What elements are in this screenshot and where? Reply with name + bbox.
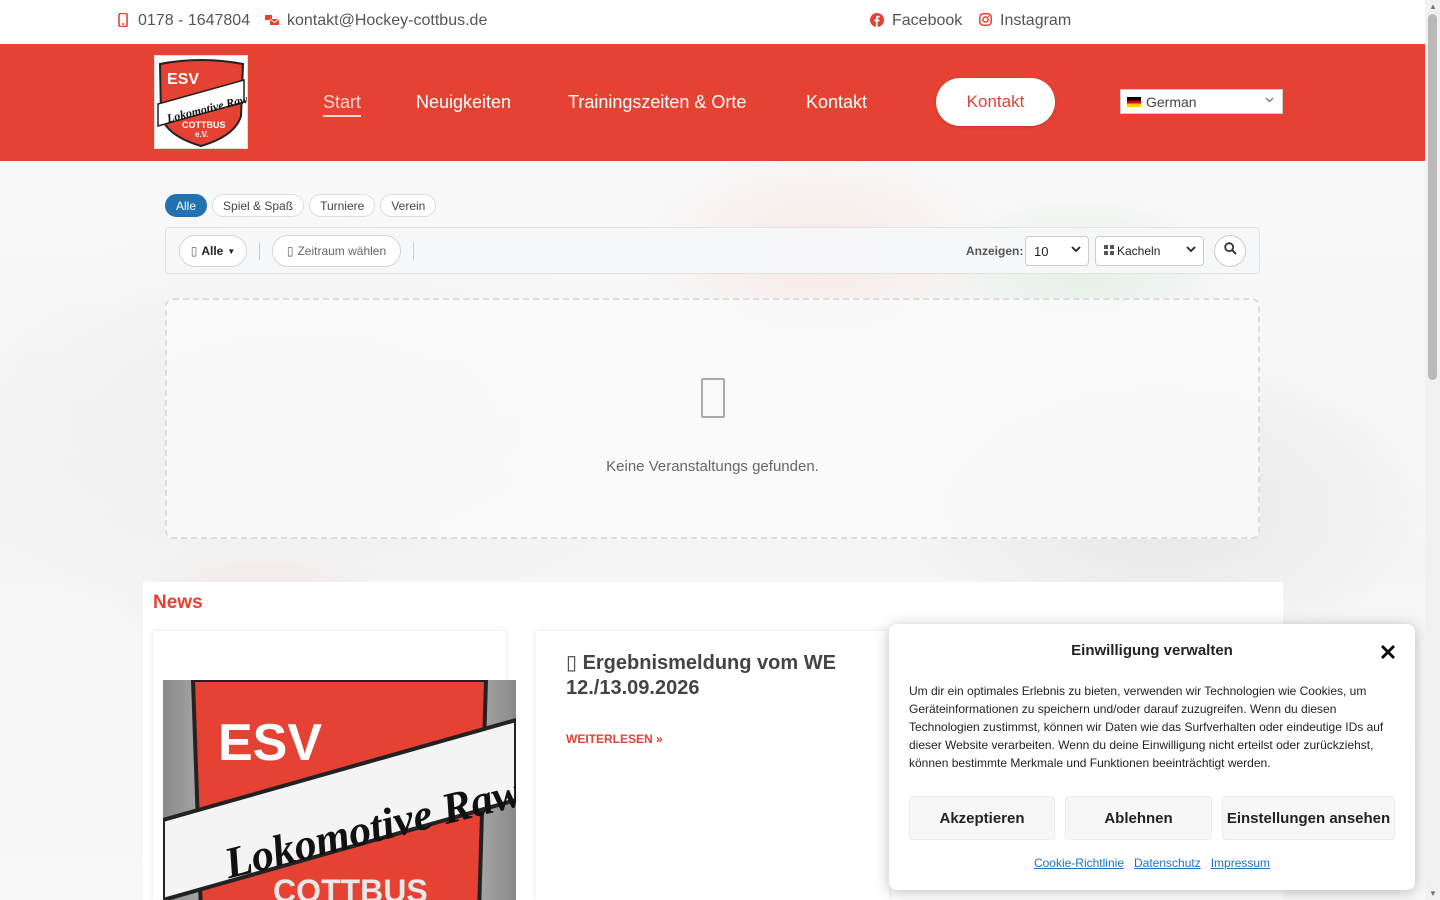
events-empty-state: Keine Veranstaltungs gefunden. bbox=[165, 298, 1260, 539]
logo-text-city: COTTBUS bbox=[182, 120, 226, 130]
per-page-select[interactable]: 10 bbox=[1025, 236, 1089, 266]
news-heading: News bbox=[153, 592, 203, 613]
separator bbox=[413, 242, 414, 260]
language-select[interactable]: German bbox=[1120, 89, 1283, 114]
cookie-consent-dialog: Einwilligung verwalten Um dir ein optima… bbox=[889, 624, 1415, 890]
instagram-link[interactable]: Instagram bbox=[978, 12, 1071, 30]
search-icon bbox=[1223, 242, 1237, 260]
news-post-title-text: Ergebnismeldung vom WE 12./13.09.2026 bbox=[566, 652, 836, 699]
instagram-icon bbox=[978, 13, 992, 29]
chevron-down-icon bbox=[1265, 95, 1274, 105]
news-post-title[interactable]: ▯ Ergebnismeldung vom WE 12./13.09.2026 bbox=[566, 651, 866, 701]
all-dropdown-label: Alle bbox=[201, 244, 224, 258]
show-label: Anzeigen: bbox=[966, 244, 1024, 258]
cookie-policy-link[interactable]: Cookie-Richtlinie bbox=[1034, 856, 1124, 870]
close-button[interactable] bbox=[1380, 640, 1396, 666]
nav-kontakt[interactable]: Kontakt bbox=[806, 92, 867, 113]
empty-calendar-icon bbox=[701, 378, 725, 418]
phone-icon bbox=[116, 12, 130, 30]
news-card[interactable]: ESV Lokomotive Raw COTTBUS bbox=[153, 631, 516, 900]
scroll-up-arrow-icon[interactable]: ▲ bbox=[1429, 2, 1437, 11]
main-header: ESV Lokomotive Raw COTTBUS e.V. Start Ne… bbox=[0, 44, 1425, 161]
language-label: German bbox=[1146, 93, 1197, 110]
news-card[interactable]: ▯ Ergebnismeldung vom WE 12./13.09.2026 … bbox=[536, 631, 889, 900]
nav-neuigkeiten[interactable]: Neuigkeiten bbox=[416, 92, 511, 113]
page-scrollbar[interactable]: ▲ ▼ bbox=[1425, 0, 1440, 900]
all-dropdown[interactable]: ▯ Alle ▼ bbox=[179, 235, 247, 267]
facebook-link[interactable]: Facebook bbox=[870, 12, 962, 30]
category-pill-spiel[interactable]: Spiel & Spaß bbox=[212, 194, 305, 217]
grid-icon bbox=[1104, 244, 1114, 258]
instagram-label: Instagram bbox=[1000, 12, 1072, 29]
scrollbar-thumb[interactable] bbox=[1428, 14, 1437, 380]
club-logo[interactable]: ESV Lokomotive Raw COTTBUS e.V. bbox=[154, 55, 250, 149]
calendar-icon: ▯ bbox=[286, 244, 294, 258]
date-range-label: Zeitraum wählen bbox=[297, 244, 387, 258]
svg-text:ESV: ESV bbox=[218, 714, 322, 772]
facebook-label: Facebook bbox=[892, 12, 963, 29]
facebook-icon bbox=[870, 12, 884, 30]
phone-number: 0178 - 1647804 bbox=[138, 12, 251, 29]
logo-text-ev: e.V. bbox=[195, 130, 209, 139]
decline-button[interactable]: Ablehnen bbox=[1065, 796, 1212, 840]
chevron-down-icon bbox=[1071, 245, 1081, 256]
cookie-links: Cookie-Richtlinie Datenschutz Impressum bbox=[889, 856, 1415, 870]
filter-icon: ▯ bbox=[190, 244, 198, 258]
search-button[interactable] bbox=[1214, 235, 1246, 267]
post-icon: ▯ bbox=[566, 652, 583, 674]
cookie-title: Einwilligung verwalten bbox=[1071, 642, 1233, 659]
mail-bulk-icon bbox=[265, 14, 280, 29]
category-pill-alle[interactable]: Alle bbox=[165, 194, 208, 217]
category-pill-turniere[interactable]: Turniere bbox=[309, 194, 376, 217]
nav-trainingszeiten[interactable]: Trainingszeiten & Orte bbox=[568, 92, 746, 113]
contact-button[interactable]: Kontakt bbox=[936, 78, 1055, 126]
chevron-down-icon bbox=[1186, 245, 1196, 256]
email-link[interactable]: kontakt@Hockey-cottbus.de bbox=[265, 12, 487, 30]
view-mode-select[interactable]: Kacheln bbox=[1095, 236, 1204, 266]
date-range-button[interactable]: ▯ Zeitraum wählen bbox=[272, 235, 401, 267]
caret-down-icon: ▼ bbox=[227, 246, 236, 256]
privacy-link[interactable]: Datenschutz bbox=[1134, 856, 1201, 870]
imprint-link[interactable]: Impressum bbox=[1211, 856, 1270, 870]
german-flag-icon bbox=[1127, 96, 1141, 107]
logo-text-esv: ESV bbox=[167, 71, 199, 88]
empty-message: Keine Veranstaltungs gefunden. bbox=[606, 458, 819, 475]
view-settings-button[interactable]: Einstellungen ansehen bbox=[1222, 796, 1395, 840]
top-bar: 0178 - 1647804 kontakt@Hockey-cottbus.de… bbox=[0, 0, 1425, 44]
category-pill-verein[interactable]: Verein bbox=[380, 194, 437, 217]
per-page-value: 10 bbox=[1034, 243, 1049, 259]
news-thumbnail[interactable]: ESV Lokomotive Raw COTTBUS bbox=[163, 680, 516, 900]
view-mode-value: Kacheln bbox=[1117, 244, 1161, 258]
accept-button[interactable]: Akzeptieren bbox=[909, 796, 1055, 840]
email-address: kontakt@Hockey-cottbus.de bbox=[287, 12, 488, 29]
category-filter: Alle Spiel & Spaß Turniere Verein bbox=[165, 194, 437, 217]
event-filter-bar: ▯ Alle ▼ ▯ Zeitraum wählen Anzeigen: 10 … bbox=[165, 227, 1260, 274]
svg-text:COTTBUS: COTTBUS bbox=[273, 873, 428, 900]
nav-start[interactable]: Start bbox=[323, 92, 362, 117]
read-more-link[interactable]: WEITERLESEN » bbox=[566, 732, 663, 746]
close-icon bbox=[1380, 640, 1396, 665]
cookie-description: Um dir ein optimales Erlebnis zu bieten,… bbox=[909, 684, 1384, 770]
separator bbox=[259, 242, 260, 260]
phone-link[interactable]: 0178 - 1647804 bbox=[116, 12, 250, 30]
scroll-down-arrow-icon[interactable]: ▼ bbox=[1429, 889, 1437, 898]
